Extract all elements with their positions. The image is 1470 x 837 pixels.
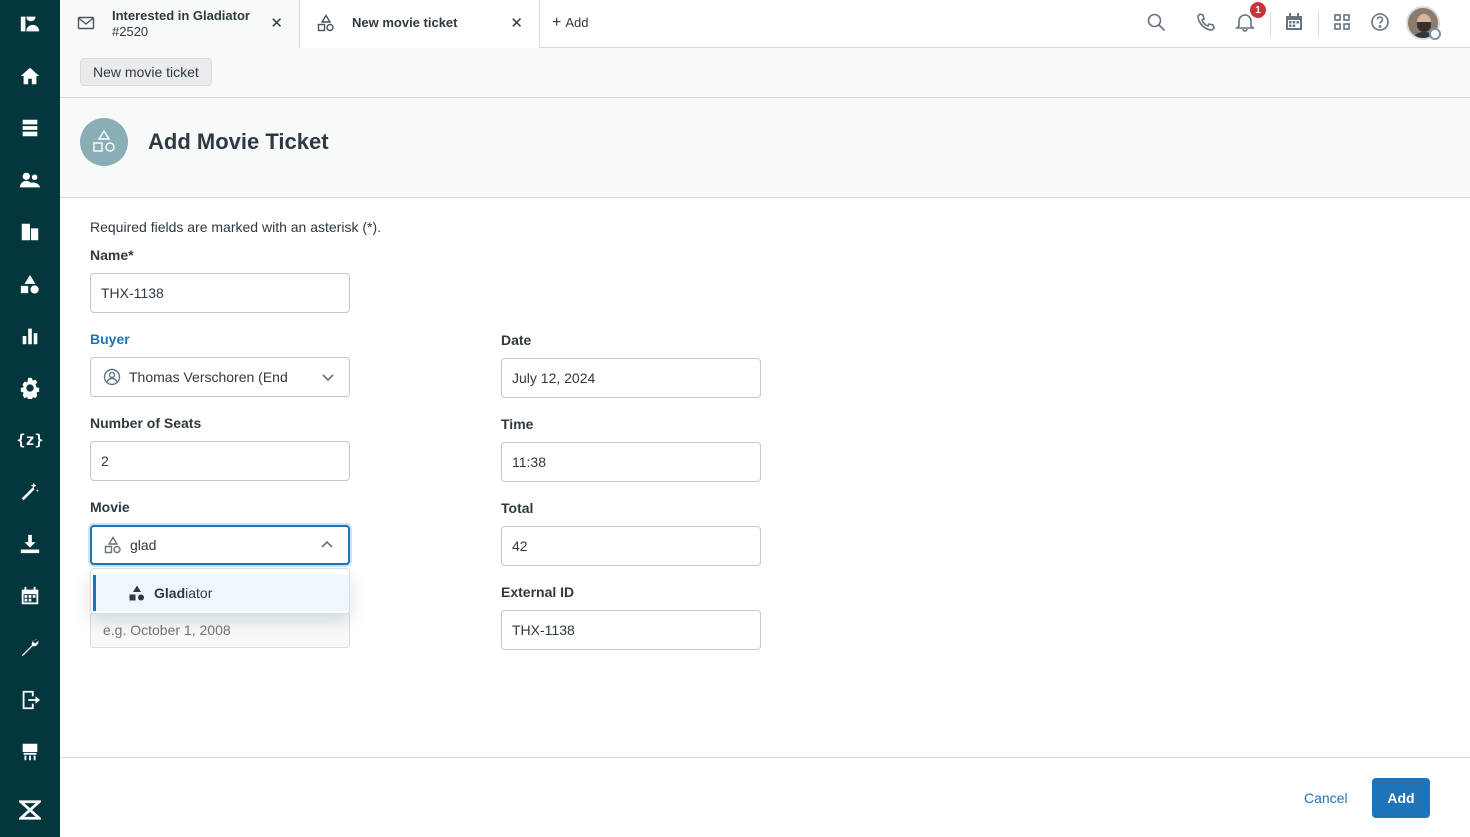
time-label: Time	[501, 416, 534, 432]
tab-subtitle: #2520	[112, 24, 149, 39]
envelope-icon	[77, 14, 95, 32]
notification-badge: 1	[1250, 2, 1266, 18]
breadcrumb[interactable]: New movie ticket	[80, 58, 212, 86]
add-tab-label: Add	[565, 15, 589, 30]
shapes-icon	[104, 536, 122, 554]
reporting-icon[interactable]	[18, 324, 42, 348]
divider	[1270, 12, 1271, 36]
dropdown-option-gladiator[interactable]: Gladiator	[93, 575, 349, 611]
form-footer: Cancel Add	[60, 757, 1470, 837]
close-icon[interactable]: ✕	[270, 14, 283, 32]
tab-title: Interested in Gladiator	[112, 8, 250, 23]
movie-dropdown: Gladiator	[90, 568, 350, 614]
zendesk-brand-icon[interactable]	[18, 798, 42, 822]
movie-input-text[interactable]: glad	[130, 537, 320, 553]
required-note: Required fields are marked with an aster…	[90, 219, 382, 235]
option-match: Glad	[154, 585, 186, 601]
help-icon[interactable]	[1370, 12, 1392, 34]
breadcrumb-bar: New movie ticket	[60, 48, 1470, 98]
hidden-date-field[interactable]	[90, 612, 350, 648]
external-id-label: External ID	[501, 584, 575, 600]
user-circle-icon	[103, 368, 121, 386]
name-field[interactable]	[90, 273, 350, 313]
total-label: Total	[501, 500, 534, 516]
custom-object-icon	[80, 118, 128, 166]
add-button[interactable]: Add	[1372, 778, 1430, 818]
seats-label: Number of Seats	[90, 415, 202, 431]
shapes-filled-icon	[128, 584, 146, 602]
buyer-select[interactable]: Thomas Verschoren (End	[90, 357, 350, 397]
search-icon[interactable]	[1146, 12, 1168, 34]
admin-gear-icon[interactable]	[18, 376, 42, 400]
sign-out-icon[interactable]	[18, 688, 42, 712]
tab-title: New movie ticket	[352, 15, 458, 30]
organizations-icon[interactable]	[18, 220, 42, 244]
date-field[interactable]	[501, 358, 761, 398]
name-label: Name*	[90, 247, 134, 263]
total-field[interactable]	[501, 526, 761, 566]
close-icon[interactable]: ✕	[510, 14, 523, 32]
tab-interested-in-gladiator[interactable]: Interested in Gladiator #2520 ✕	[60, 0, 300, 48]
movie-label: Movie	[90, 499, 130, 515]
app-z-brackets-icon[interactable]: {z}	[16, 428, 43, 452]
tab-new-movie-ticket[interactable]: New movie ticket ✕	[300, 0, 540, 48]
home-icon[interactable]	[18, 64, 42, 88]
chevron-up-icon	[320, 538, 334, 552]
download-icon[interactable]	[18, 532, 42, 556]
zendesk-logo-icon[interactable]	[18, 12, 42, 36]
page-title: Add Movie Ticket	[148, 129, 329, 154]
sidebar: {z}	[0, 0, 60, 837]
phone-icon[interactable]	[1196, 12, 1218, 34]
chevron-down-icon	[321, 370, 335, 384]
option-label: Gladiator	[154, 585, 212, 601]
ticket-form: Required fields are marked with an aster…	[60, 198, 1470, 758]
buyer-label[interactable]: Buyer	[90, 331, 130, 347]
page-header: Add Movie Ticket	[60, 98, 1470, 198]
time-field[interactable]	[501, 442, 761, 482]
customers-icon[interactable]	[18, 168, 42, 192]
views-icon[interactable]	[18, 116, 42, 140]
date-label: Date	[501, 332, 532, 348]
divider	[1318, 12, 1319, 36]
wrench-icon[interactable]	[18, 636, 42, 660]
apps-grid-icon[interactable]	[1332, 12, 1354, 34]
add-tab-button[interactable]: + Add	[552, 14, 588, 32]
option-rest: iator	[185, 585, 213, 601]
cancel-button[interactable]: Cancel	[1290, 778, 1362, 818]
plus-icon: +	[552, 14, 562, 31]
shapes-icon	[317, 14, 335, 32]
calendar-app-icon[interactable]	[1284, 12, 1306, 34]
status-indicator	[1429, 28, 1441, 40]
seats-field[interactable]	[90, 441, 350, 481]
printer-icon[interactable]	[18, 740, 42, 764]
custom-objects-icon[interactable]	[18, 272, 42, 296]
external-id-field[interactable]	[501, 610, 761, 650]
buyer-value: Thomas Verschoren (End	[129, 369, 288, 385]
movie-combobox[interactable]: glad	[90, 525, 350, 565]
magic-wand-icon[interactable]	[18, 480, 42, 504]
calendar-icon[interactable]	[18, 584, 42, 608]
top-bar: Interested in Gladiator #2520 ✕ New movi…	[60, 0, 1470, 48]
